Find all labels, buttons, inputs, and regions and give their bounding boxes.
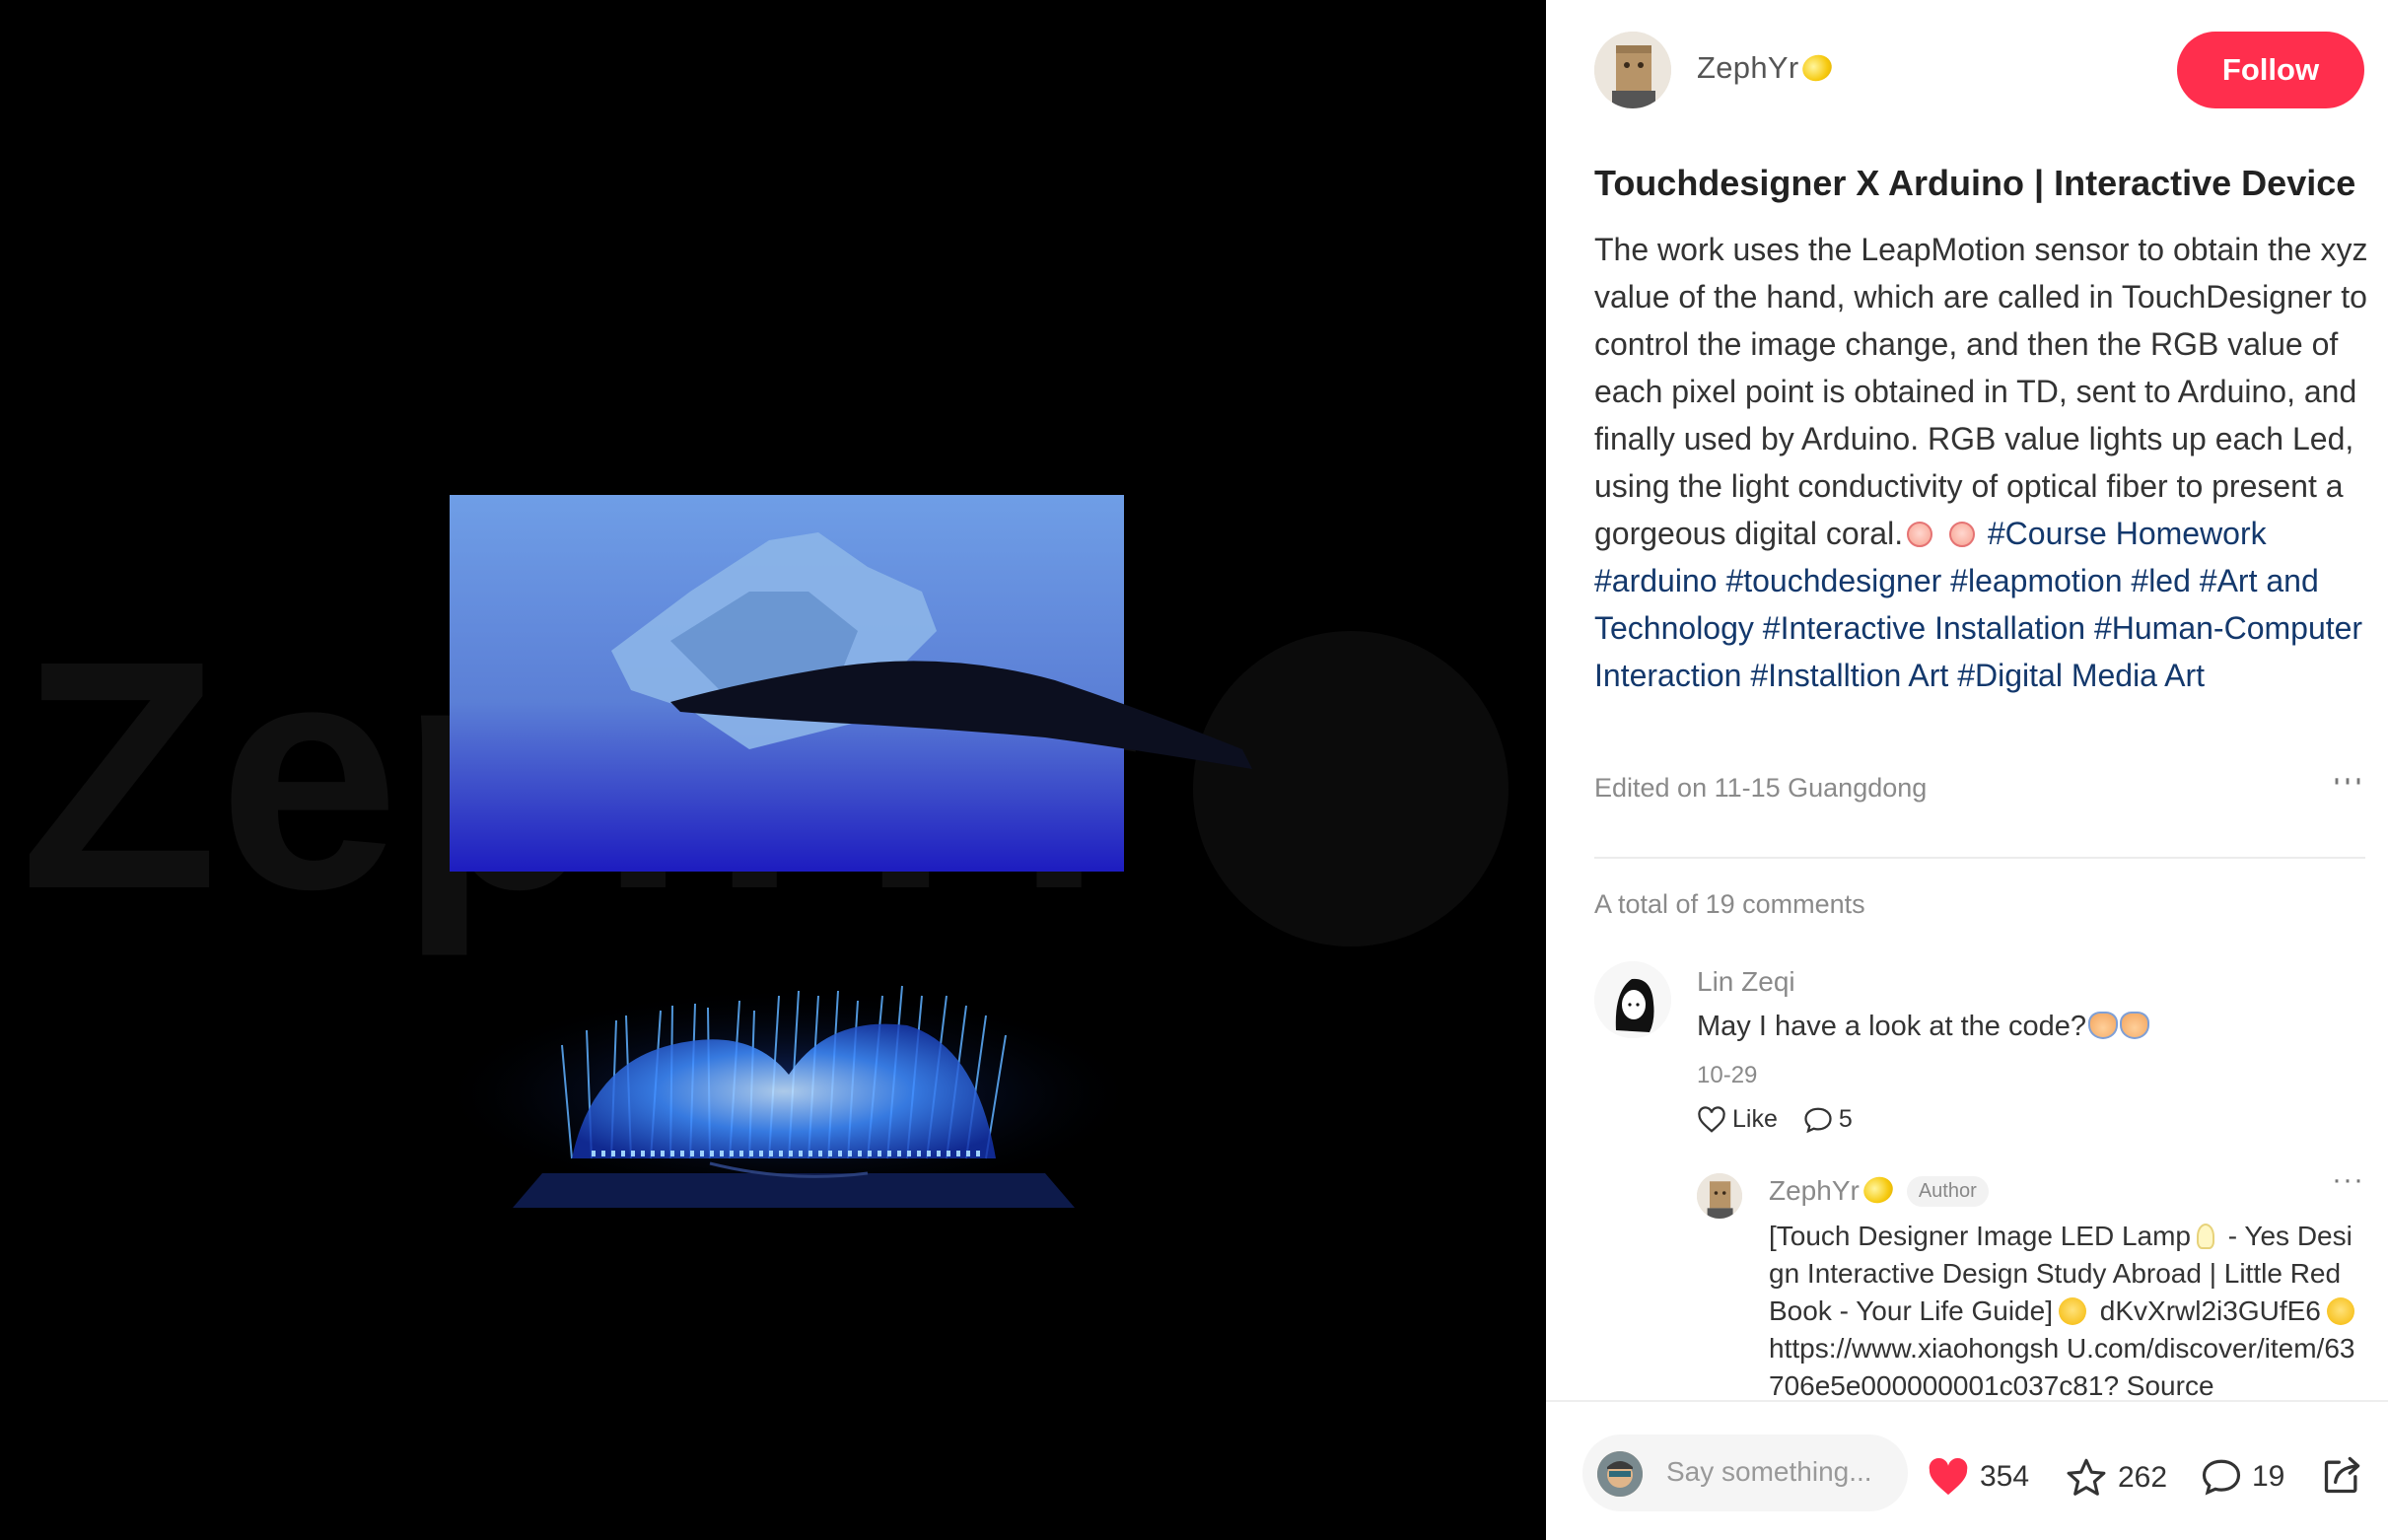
- author-name-text[interactable]: ZephYr: [1697, 50, 1798, 85]
- lightbulb-emoji-icon: [2197, 1224, 2214, 1249]
- sweat-emoji-icon: [2087, 1012, 2118, 1039]
- laugh-emoji-icon: [2058, 1297, 2086, 1325]
- comment-more-button[interactable]: ···: [2332, 762, 2364, 796]
- commenter-avatar[interactable]: [1594, 961, 1671, 1038]
- face-emoji-icon: [1907, 522, 1933, 547]
- post-content-scroll[interactable]: Touchdesigner X Arduino | Interactive De…: [1546, 143, 2388, 1400]
- share-button[interactable]: [2321, 1453, 2374, 1497]
- star-outline-icon: [2067, 1458, 2106, 1496]
- comment-date: 10-29: [1697, 1062, 1758, 1088]
- reply-author-name[interactable]: ZephYr Author: [1769, 1172, 1989, 1208]
- share-icon: [2324, 1456, 2360, 1494]
- heart-filled-icon: [1929, 1457, 1968, 1496]
- hashtag-link[interactable]: #touchdesigner: [1725, 563, 1941, 598]
- collect-count: 262: [2118, 1461, 2168, 1494]
- hashtag-link[interactable]: #Interactive Installation: [1763, 610, 2085, 646]
- hashtag-link[interactable]: #leapmotion: [1950, 563, 2122, 598]
- author-avatar[interactable]: [1594, 32, 1671, 108]
- post-title: Touchdesigner X Arduino | Interactive De…: [1594, 163, 2356, 203]
- reply-text-part: dKvXrwl2i3GUfE6: [2091, 1295, 2321, 1326]
- post-description-text: The work uses the LeapMotion sensor to o…: [1594, 232, 2368, 551]
- collect-button[interactable]: 262: [2065, 1457, 2167, 1499]
- chat-bubble-icon: [1804, 1107, 1832, 1133]
- comment-count-label: A total of 19 comments: [1594, 889, 1865, 919]
- divider: [1594, 857, 2365, 859]
- comment-input[interactable]: Say something...: [1582, 1435, 1908, 1511]
- commenter-name[interactable]: Lin Zeqi: [1697, 966, 1795, 998]
- post-image: ZephYr: [20, 495, 1509, 1208]
- reply-link[interactable]: https://www.xiaohongsh U.com/discover/it…: [1769, 1333, 2354, 1400]
- reply-author-name-text[interactable]: ZephYr: [1769, 1175, 1860, 1206]
- post-media[interactable]: ZephYr: [0, 0, 1546, 1538]
- reply-author-avatar[interactable]: [1697, 1173, 1742, 1219]
- comment-reply-count: 5: [1838, 1105, 1853, 1133]
- author-header: ZephYr Follow: [1546, 0, 2388, 143]
- edited-info: Edited on 11-15 Guangdong: [1594, 773, 1928, 803]
- engagement-bar: Say something... 354 262 19: [1546, 1400, 2388, 1540]
- comment-actions: Like 5: [1697, 1105, 1853, 1134]
- lemon-emoji-icon: [1860, 1172, 1897, 1208]
- follow-button[interactable]: Follow: [2177, 32, 2364, 108]
- sweat-emoji-icon: [2119, 1012, 2149, 1039]
- like-button[interactable]: 354: [1927, 1457, 2029, 1497]
- like-count: 354: [1980, 1460, 2030, 1493]
- author-badge: Author: [1906, 1176, 1989, 1207]
- comment-total: 19: [2252, 1460, 2285, 1493]
- post-description: The work uses the LeapMotion sensor to o…: [1594, 226, 2368, 699]
- comment-reply-button[interactable]: 5: [1803, 1105, 1853, 1134]
- comment-text: May I have a look at the code?: [1697, 1011, 2149, 1043]
- hashtag-link[interactable]: #Course Homework: [1988, 516, 2267, 551]
- reply-more-button[interactable]: ···: [2332, 1163, 2364, 1197]
- comment-like-button[interactable]: Like: [1697, 1105, 1778, 1134]
- hashtag-link[interactable]: #led: [2131, 563, 2191, 598]
- chat-bubble-icon: [2202, 1459, 2241, 1496]
- reply-text-part: [Touch Designer Image LED Lamp: [1769, 1221, 2191, 1251]
- current-user-avatar: [1597, 1451, 1643, 1497]
- face-emoji-icon: [1948, 522, 1975, 547]
- comment-button[interactable]: 19: [2201, 1457, 2284, 1497]
- reply-text: [Touch Designer Image LED Lamp - Yes Des…: [1769, 1218, 2360, 1400]
- heart-outline-icon: [1698, 1105, 1725, 1133]
- comment-like-label: Like: [1732, 1105, 1778, 1133]
- hashtag-link[interactable]: #Installtion Art: [1750, 658, 1948, 693]
- hashtag-link[interactable]: #Digital Media Art: [1957, 658, 2205, 693]
- comment-input-placeholder: Say something...: [1666, 1456, 1872, 1487]
- comment-text-content: May I have a look at the code?: [1697, 1011, 2086, 1042]
- post-detail-panel: ZephYr Follow Touchdesigner X Arduino | …: [1546, 0, 2388, 1540]
- hashtag-link[interactable]: #arduino: [1594, 563, 1718, 598]
- lemon-emoji-icon: [1798, 50, 1837, 86]
- author-name[interactable]: ZephYr: [1697, 50, 1837, 86]
- laugh-emoji-icon: [2326, 1297, 2354, 1325]
